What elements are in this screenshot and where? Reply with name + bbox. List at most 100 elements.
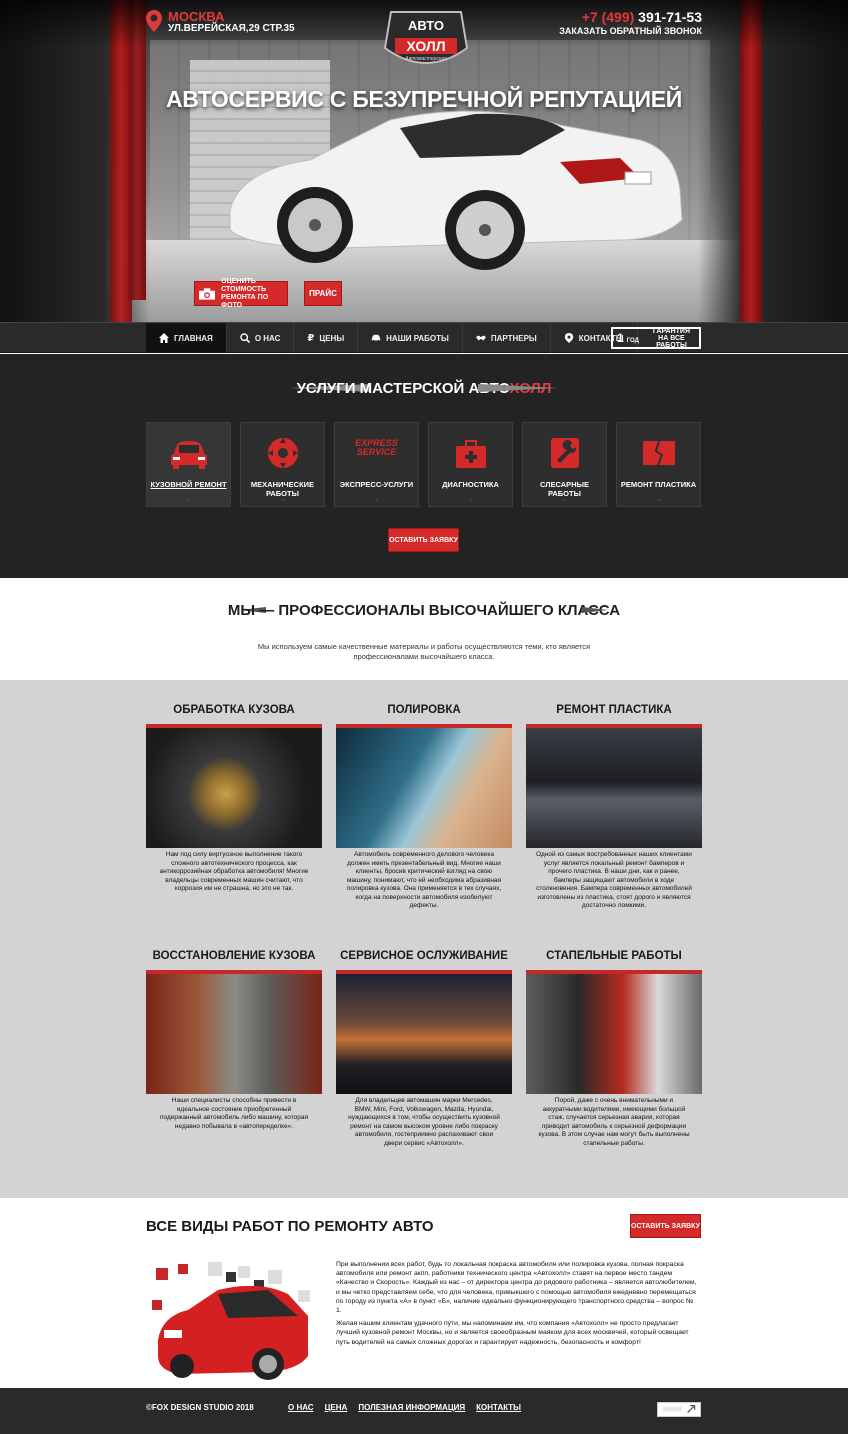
professionals-title: МЫ — ПРОФЕССИОНАЛЫ ВЫСОЧАЙШЕГО КЛАССА [227, 602, 621, 619]
estimate-line-1: ОЦЕНИТЬ СТОИМОСТЬ [221, 277, 267, 293]
footer-link-info[interactable]: ПОЛЕЗНАЯ ИНФОРМАЦИЯ [358, 1403, 465, 1412]
handshake-icon [475, 335, 486, 341]
card-text: Для владельцев автомашин марки Mercedes,… [348, 1097, 500, 1147]
card-title: СЕРВИСНОЕ ОСЛУЖИВАНИЕ [340, 950, 508, 962]
nav-item-label: ЦЕНЫ [319, 333, 345, 343]
car-icon [371, 334, 381, 342]
warranty-line-1: ГАРАНТИЯ [652, 327, 690, 335]
service-tile-locksmith[interactable]: СЛЕСАРНЫЕ РАБОТЫ ⌄ [522, 422, 607, 507]
services-title-part: УСЛУГИ МАСТЕРСКОЙ [296, 380, 469, 397]
phone-block[interactable]: +7 (499) 391-71-53 ЗАКАЗАТЬ ОБРАТНЫЙ ЗВО… [559, 10, 702, 38]
phone-digits: 391-71-53 [638, 9, 702, 25]
services-grid: ОБРАБОТКА КУЗОВА Нам под силу виртуозное… [0, 680, 848, 1198]
ruble-icon: ₽ [307, 332, 315, 344]
card-image-maintenance [336, 970, 512, 1094]
card-image-body-treatment [146, 724, 322, 848]
hero-car-image [229, 110, 683, 270]
service-tile-label: ЭКСПРЕСС-УСЛУГИ [339, 480, 414, 489]
footer-copyright: ©FOX DESIGN STUDIO 2018 [146, 1403, 254, 1412]
service-tile-body-repair[interactable]: КУЗОВНОЙ РЕМОНТ ⌄ [146, 422, 231, 507]
service-card[interactable]: ПОЛИРОВКА Автомобиль современного делово… [336, 704, 512, 911]
card-title: РЕМОНТ ПЛАСТИКА [556, 704, 672, 716]
service-card[interactable]: ВОССТАНОВЛЕНИЕ КУЗОВА Наши специалисты с… [146, 950, 322, 1131]
visit-counter-widget[interactable] [657, 1402, 701, 1417]
service-tile-diagnostics[interactable]: ДИАГНОСТИКА ⌄ [428, 422, 513, 507]
services-title: УСЛУГИ МАСТЕРСКОЙ АВТОХОЛЛ [0, 380, 848, 397]
service-card[interactable]: СЕРВИСНОЕ ОСЛУЖИВАНИЕ Для владельцев авт… [336, 950, 512, 1148]
service-card[interactable]: РЕМОНТ ПЛАСТИКА Одной из самых востребов… [526, 704, 702, 911]
card-image-plastic-repair [526, 724, 702, 848]
footer-link-price[interactable]: ЦЕНА [325, 1403, 348, 1412]
estimate-by-photo-button[interactable]: ОЦЕНИТЬ СТОИМОСТЬ РЕМОНТА ПО ФОТО [194, 277, 288, 309]
card-image-frame-straightening [526, 970, 702, 1094]
logo[interactable]: АВТО ХОЛЛ Автомастерская [381, 8, 471, 70]
service-tile-plastic[interactable]: РЕМОНТ ПЛАСТИКА ⌄ [616, 422, 701, 507]
nav-item-label: НАШИ РАБОТЫ [386, 333, 449, 343]
puzzle-car-image [152, 1262, 310, 1380]
submit-request-button[interactable]: ОСТАВИТЬ ЗАЯВКУ [630, 1214, 701, 1238]
title-decoration-right [478, 384, 558, 392]
warranty-number: 1 [617, 331, 624, 345]
phone-prefix: +7 (499) [581, 9, 635, 25]
price-list-button[interactable]: ПРАЙС [304, 281, 342, 306]
city-name: МОСКВА [168, 9, 225, 24]
nav-item-partners[interactable]: ПАРТНЕРЫ [463, 323, 551, 353]
all-works-text: При выполнении всех работ, будь то локал… [336, 1260, 700, 1347]
chevron-down-icon: ⌄ [656, 496, 662, 503]
footer-link-contacts[interactable]: КОНТАКТЫ [476, 1403, 521, 1412]
service-tile-label: ДИАГНОСТИКА [442, 480, 499, 489]
warranty-line-2: НА ВСЕ РАБОТЫ [656, 334, 687, 349]
hero-shade-right [698, 0, 848, 322]
all-works-paragraph-1: При выполнении всех работ, будь то локал… [336, 1261, 697, 1315]
card-image-body-restoration [146, 970, 322, 1094]
card-title: ОБРАБОТКА КУЗОВА [173, 704, 295, 716]
camera-icon [199, 287, 216, 300]
car-front-icon [170, 441, 207, 469]
nav-item-home[interactable]: ГЛАВНАЯ [146, 323, 227, 353]
services-section: УСЛУГИ МАСТЕРСКОЙ АВТОХОЛЛ КУЗОВНОЙ РЕМО… [0, 354, 848, 578]
logo-text-top: АВТО [407, 18, 444, 33]
service-tile-label: КУЗОВНОЙ РЕМОНТ [150, 480, 227, 489]
nav-item-label: ПАРТНЕРЫ [490, 333, 537, 343]
card-image-polishing [336, 724, 512, 848]
card-text: Автомобиль современного делового человек… [346, 851, 502, 909]
logo-subtitle: Автомастерская [405, 56, 447, 62]
chevron-down-icon: ⌄ [468, 496, 474, 503]
submit-request-button[interactable]: ОСТАВИТЬ ЗАЯВКУ [388, 528, 459, 552]
first-aid-kit-icon [455, 440, 486, 468]
service-tile-express[interactable]: EXPRESS SERVICE ЭКСПРЕСС-УСЛУГИ ⌄ [334, 422, 419, 507]
chevron-down-icon: ⌄ [186, 496, 192, 503]
phone-number[interactable]: +7 (499) 391-71-53 [559, 10, 702, 24]
warranty-unit: ГОД [626, 337, 639, 344]
hero-banner: МОСКВА УЛ.ВЕРЕЙСКАЯ,29 СТР.35 АВТО ХОЛЛ … [0, 0, 848, 322]
chevron-down-icon: ⌄ [280, 496, 286, 503]
footer: ©FOX DESIGN STUDIO 2018 О НАС ЦЕНА ПОЛЕЗ… [0, 1388, 848, 1434]
location-block[interactable]: МОСКВА УЛ.ВЕРЕЙСКАЯ,29 СТР.35 [146, 10, 295, 35]
callback-link[interactable]: ЗАКАЗАТЬ ОБРАТНЫЙ ЗВОНОК [559, 24, 702, 38]
all-works-paragraph-2: Желая нашим клиентам удачного пути, мы н… [336, 1320, 689, 1346]
card-text: Нам под силу виртуозное выполнение таког… [159, 851, 309, 892]
nav-item-works[interactable]: НАШИ РАБОТЫ [358, 323, 463, 353]
card-text: Одной из самых востребованных наших клие… [536, 851, 692, 909]
search-icon [240, 333, 250, 343]
main-nav: ГЛАВНАЯ О НАС ₽ ЦЕНЫ НАШИ РАБОТЫ ПАРТНЕР… [0, 322, 848, 353]
service-card[interactable]: ОБРАБОТКА КУЗОВА Нам под силу виртуозное… [146, 704, 322, 894]
footer-link-about[interactable]: О НАС [288, 1403, 314, 1412]
estimate-line-2: РЕМОНТА ПО ФОТО [221, 293, 269, 309]
card-title: ВОССТАНОВЛЕНИЕ КУЗОВА [152, 950, 316, 962]
arrow-icon [662, 1404, 696, 1413]
wrench-icon [550, 438, 579, 468]
express-service-icon: EXPRESS SERVICE [355, 439, 398, 457]
card-text: Порой, даже с очень внимательными и акку… [538, 1097, 690, 1147]
card-title: ПОЛИРОВКА [387, 704, 461, 716]
nav-item-label: ГЛАВНАЯ [174, 333, 213, 343]
service-card[interactable]: СТАПЕЛЬНЫЕ РАБОТЫ Порой, даже с очень вн… [526, 950, 702, 1148]
service-tile-mechanical[interactable]: МЕХАНИЧЕСКИЕ РАБОТЫ ⌄ [240, 422, 325, 507]
all-works-title: ВСЕ ВИДЫ РАБОТ ПО РЕМОНТУ АВТО [146, 1218, 434, 1235]
pin-icon [564, 333, 573, 343]
home-icon [159, 333, 169, 343]
card-text: Наши специалисты способны привести в иде… [159, 1097, 309, 1130]
nav-item-about[interactable]: О НАС [227, 323, 295, 353]
nav-item-prices[interactable]: ₽ ЦЕНЫ [294, 323, 359, 353]
nav-item-label: О НАС [254, 333, 281, 343]
